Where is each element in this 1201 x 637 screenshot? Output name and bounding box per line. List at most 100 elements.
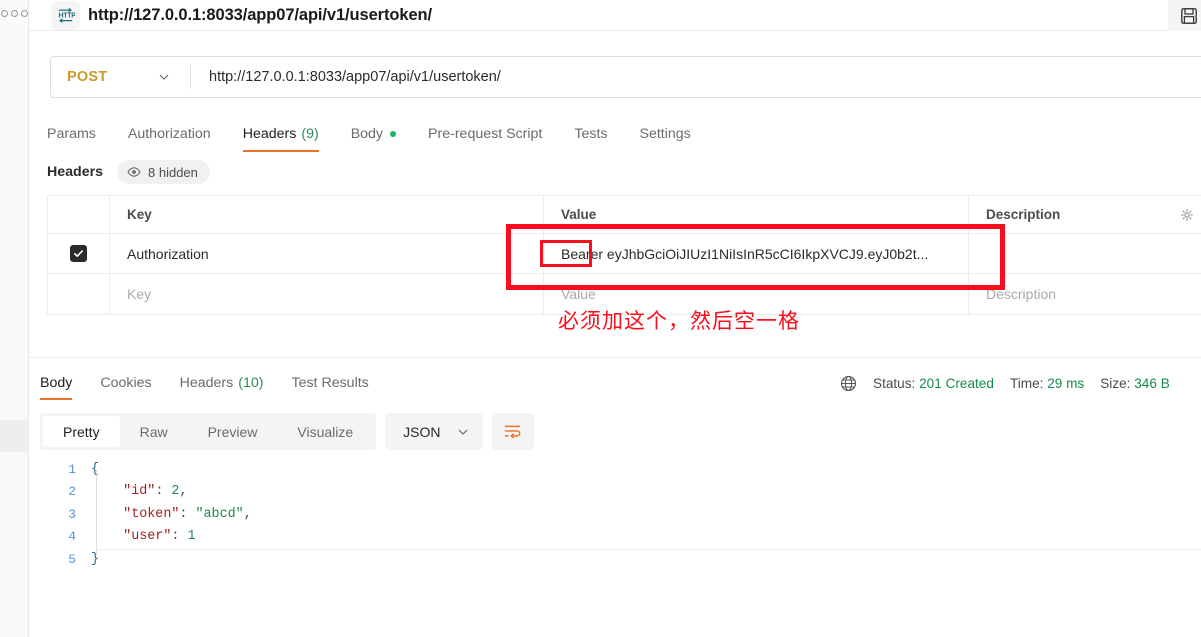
request-tabs: Params Authorization Headers (9) Body Pre-req… [47, 117, 1201, 152]
response-tab-cookies[interactable]: Cookies [100, 368, 151, 398]
code-token: : [155, 484, 172, 500]
method-label: POST [67, 69, 108, 85]
header-value-value[interactable]: Bearer eyJhbGciOiJIUzI1NiIsInR5cCI6IkpXV… [561, 246, 928, 262]
value-prefix-bearer: Bearer [561, 245, 604, 262]
tab-label: Authorization [127, 125, 211, 142]
tab-label: Params [47, 125, 96, 142]
time-group: Time: 29 ms [1010, 376, 1084, 391]
column-header-key: Key [127, 207, 152, 222]
line-number: 5 [68, 551, 76, 567]
gear-icon [1181, 208, 1193, 221]
hidden-headers-label: 8 hidden [148, 164, 198, 180]
tab-tests[interactable]: Tests [574, 117, 607, 150]
code-line-text: "user": 1 [91, 529, 196, 545]
status-group: Status: 201 Created [873, 376, 994, 391]
column-header-description: Description [986, 207, 1061, 222]
row-checkbox-placeholder[interactable] [48, 274, 110, 314]
code-line: 3 "token": "abcd", [29, 503, 1201, 526]
tab-label: Headers [242, 125, 297, 142]
tab-params[interactable]: Params [47, 117, 96, 150]
response-tab-count: (10) [238, 375, 264, 391]
chevron-down-icon [159, 74, 169, 80]
view-mode-pretty[interactable]: Pretty [43, 416, 120, 447]
eye-icon [127, 167, 141, 177]
size-value: 346 B [1134, 375, 1170, 391]
line-number: 1 [68, 461, 76, 477]
tab-pre-request-script[interactable]: Pre-request Script [428, 117, 542, 150]
save-disk-icon [1181, 7, 1197, 24]
hidden-headers-chip[interactable]: 8 hidden [117, 160, 210, 184]
row-checkbox[interactable] [48, 234, 110, 273]
tab-settings[interactable]: Settings [640, 117, 691, 150]
headers-toolbar: Headers 8 hidden [47, 160, 210, 184]
tab-label: Pre-request Script [428, 125, 543, 142]
placeholder-description[interactable]: Description [986, 286, 1056, 302]
value-jwt-token: eyJhbGciOiJIUzI1NiIsInR5cCI6IkpXVCJ9.eyJ… [606, 245, 929, 262]
view-mode-group: Pretty Raw Preview Visualize [40, 413, 377, 450]
response-tab-body[interactable]: Body [40, 368, 73, 400]
headers-section-title: Headers [47, 164, 103, 180]
response-tab-label: Test Results [291, 375, 369, 391]
time-label: Time: [1009, 375, 1044, 391]
globe-icon [840, 375, 857, 391]
code-token: "abcd" [195, 506, 244, 522]
column-header-value: Value [561, 207, 597, 222]
request-url-bar: POST http://127.0.0.1:8033/app07/api/v1/… [50, 56, 1201, 98]
line-number: 3 [68, 506, 76, 522]
placeholder-value[interactable]: Value [561, 286, 596, 302]
postman-window: HTTP http://127.0.0.1:8033/app07/api/v1/… [0, 0, 1201, 637]
size-label: Size: [1100, 375, 1131, 391]
tab-body[interactable]: Body [350, 117, 397, 150]
status-value: 201 Created [919, 375, 994, 391]
code-token: : [171, 529, 188, 545]
headers-table-header-row: Key Value Description [48, 196, 1201, 234]
header-cell-checkbox [48, 196, 110, 233]
http-icon: HTTP [51, 1, 80, 30]
line-number: 2 [68, 484, 76, 500]
size-group: Size: 346 B [1100, 376, 1170, 391]
table-row[interactable]: Authorization Bearer eyJhbGciOiJIUzI1NiI… [48, 234, 1201, 274]
code-token: , [179, 484, 188, 500]
format-label: JSON [403, 423, 441, 440]
code-token: "id" [123, 484, 156, 500]
view-mode-visualize[interactable]: Visualize [277, 416, 373, 447]
tab-label: Tests [574, 125, 608, 142]
tab-label: Settings [639, 125, 691, 142]
format-select[interactable]: JSON [385, 413, 483, 450]
header-key-value[interactable]: Authorization [127, 246, 209, 262]
response-tab-label: Headers [179, 375, 234, 391]
response-body-code[interactable]: 1{2 "id": 2,3 "token": "abcd",4 "user": … [29, 458, 1201, 637]
response-tab-headers[interactable]: Headers (10) [180, 368, 264, 398]
view-mode-preview[interactable]: Preview [188, 416, 278, 447]
url-input[interactable]: http://127.0.0.1:8033/app07/api/v1/usert… [191, 57, 1201, 97]
tab-count: (9) [301, 125, 319, 142]
code-token: "user" [123, 529, 172, 545]
wrap-lines-button[interactable] [491, 413, 534, 450]
code-line-text: "token": "abcd", [91, 507, 252, 522]
response-tab-label: Cookies [100, 375, 152, 391]
tab-authorization[interactable]: Authorization [128, 117, 211, 150]
code-fold-rail [96, 470, 97, 555]
window-controls-dots[interactable] [1, 7, 29, 19]
status-label: Status: [873, 375, 916, 391]
annotation-note: 必须加这个，然后空一格 [558, 310, 800, 333]
response-tab-test-results[interactable]: Test Results [291, 368, 368, 398]
wrap-lines-icon [504, 425, 521, 439]
method-select[interactable]: POST [51, 57, 190, 97]
save-button[interactable] [1168, 0, 1201, 31]
code-line: 2 "id": 2, [29, 481, 1201, 504]
check-icon [74, 250, 83, 257]
code-token: 1 [187, 529, 196, 545]
response-view-toolbar: Pretty Raw Preview Visualize JSON [40, 413, 534, 450]
tab-label: Body [350, 125, 384, 142]
placeholder-key[interactable]: Key [127, 286, 151, 302]
view-mode-raw[interactable]: Raw [120, 416, 188, 447]
svg-text:HTTP: HTTP [58, 13, 75, 20]
tab-headers[interactable]: Headers (9) [242, 117, 319, 152]
code-line: 1{ [29, 458, 1201, 481]
checkbox-checked [70, 245, 87, 262]
response-divider [29, 357, 1201, 358]
time-value: 29 ms [1047, 375, 1085, 391]
code-token: , [243, 506, 252, 522]
active-tab-underline [40, 398, 73, 400]
